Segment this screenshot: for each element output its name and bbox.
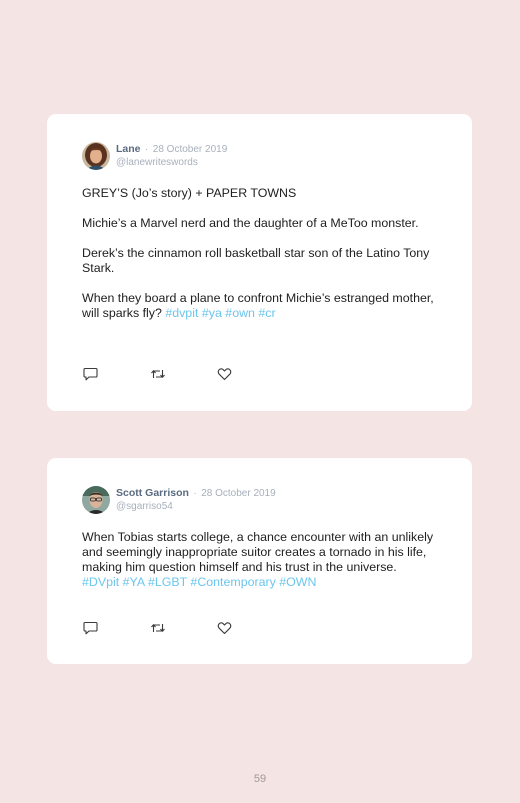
author-name[interactable]: Scott Garrison [116, 487, 189, 499]
hashtag-link[interactable]: #OWN [279, 575, 316, 589]
like-icon[interactable] [217, 620, 233, 636]
tweet-paragraph-last: When Tobias starts college, a chance enc… [82, 530, 437, 590]
hashtag-link[interactable]: #YA [123, 575, 145, 589]
tweet-header: Scott Garrison · 28 October 2019 @sgarri… [82, 485, 437, 523]
hashtag-link[interactable]: #DVpit [82, 575, 119, 589]
hashtag-link[interactable]: #own [225, 306, 255, 320]
hashtag-link[interactable]: #cr [258, 306, 275, 320]
avatar-man-glasses-icon[interactable] [82, 486, 110, 514]
tweet-paragraph: GREY’S (Jo’s story) + PAPER TOWNS [82, 186, 297, 200]
tweet-card: Scott Garrison · 28 October 2019 @sgarri… [47, 458, 472, 664]
tweet-paragraph-last: When they board a plane to confront Mich… [82, 291, 437, 321]
retweet-icon[interactable] [150, 366, 166, 382]
page-number: 59 [253, 773, 267, 785]
avatar-woman-brown-hair-icon[interactable] [82, 142, 110, 170]
author-block: Lane · 28 October 2019 @lanewriteswords [116, 141, 227, 169]
tweet-text: When Tobias starts college, a chance enc… [82, 530, 434, 574]
author-name[interactable]: Lane [116, 143, 141, 155]
tweet-body: When Tobias starts college, a chance enc… [82, 530, 437, 590]
hashtag-link[interactable]: #Contemporary [190, 575, 275, 589]
tweet-actions [83, 366, 284, 382]
tweet-date[interactable]: 28 October 2019 [201, 488, 276, 499]
retweet-icon[interactable] [150, 620, 166, 636]
tweet-paragraph: Derek’s the cinnamon roll basketball sta… [82, 246, 430, 275]
tweet-card: Lane · 28 October 2019 @lanewriteswords … [47, 114, 472, 411]
separator-dot: · [144, 144, 149, 155]
tweet-header: Lane · 28 October 2019 @lanewriteswords [82, 141, 437, 179]
like-icon[interactable] [217, 366, 233, 382]
reply-icon[interactable] [83, 366, 99, 382]
hashtag-link[interactable]: #LGBT [148, 575, 187, 589]
tweet-actions [83, 620, 284, 636]
tweet-paragraph: Michie’s a Marvel nerd and the daughter … [82, 216, 419, 230]
tweet-date[interactable]: 28 October 2019 [153, 144, 228, 155]
separator-dot: · [193, 488, 197, 499]
author-block: Scott Garrison · 28 October 2019 @sgarri… [116, 485, 276, 513]
author-handle[interactable]: @lanewriteswords [116, 156, 227, 169]
hashtag-link[interactable]: #dvpit [165, 306, 198, 320]
author-handle[interactable]: @sgarriso54 [116, 500, 276, 513]
tweet-body: GREY’S (Jo’s story) + PAPER TOWNS Michie… [82, 186, 437, 321]
hashtag-link[interactable]: #ya [202, 306, 222, 320]
reply-icon[interactable] [83, 620, 99, 636]
